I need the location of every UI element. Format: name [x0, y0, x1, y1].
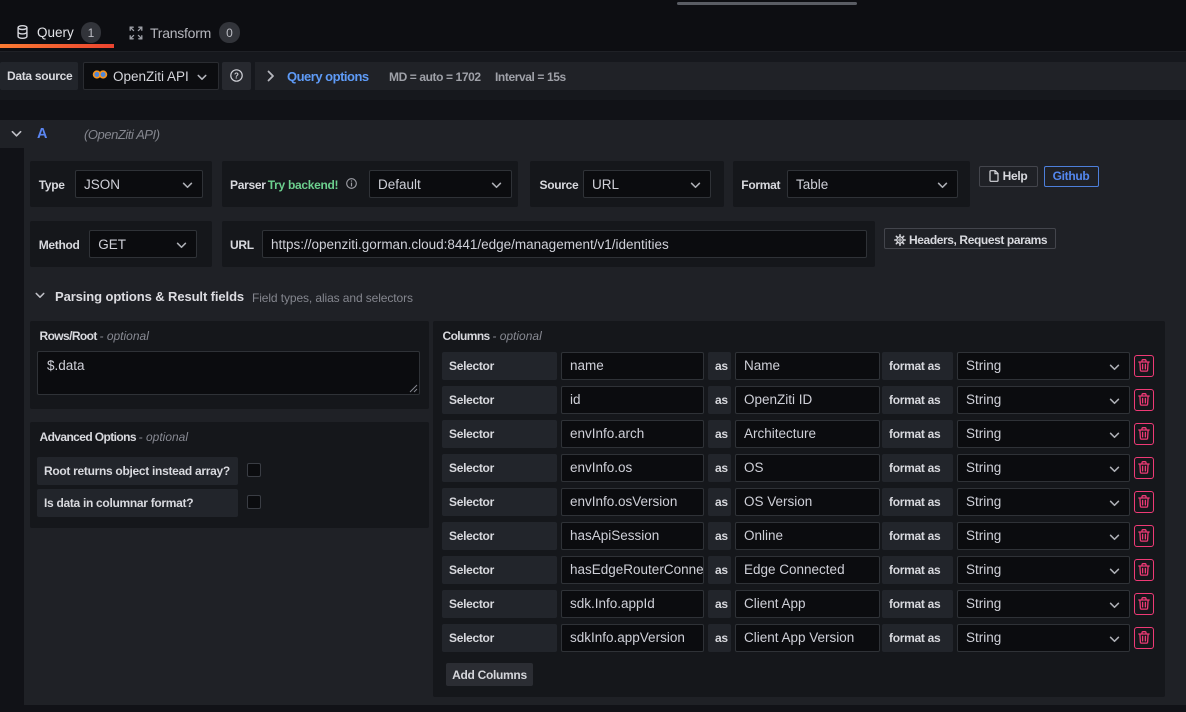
svg-text:?: ? — [234, 71, 239, 80]
